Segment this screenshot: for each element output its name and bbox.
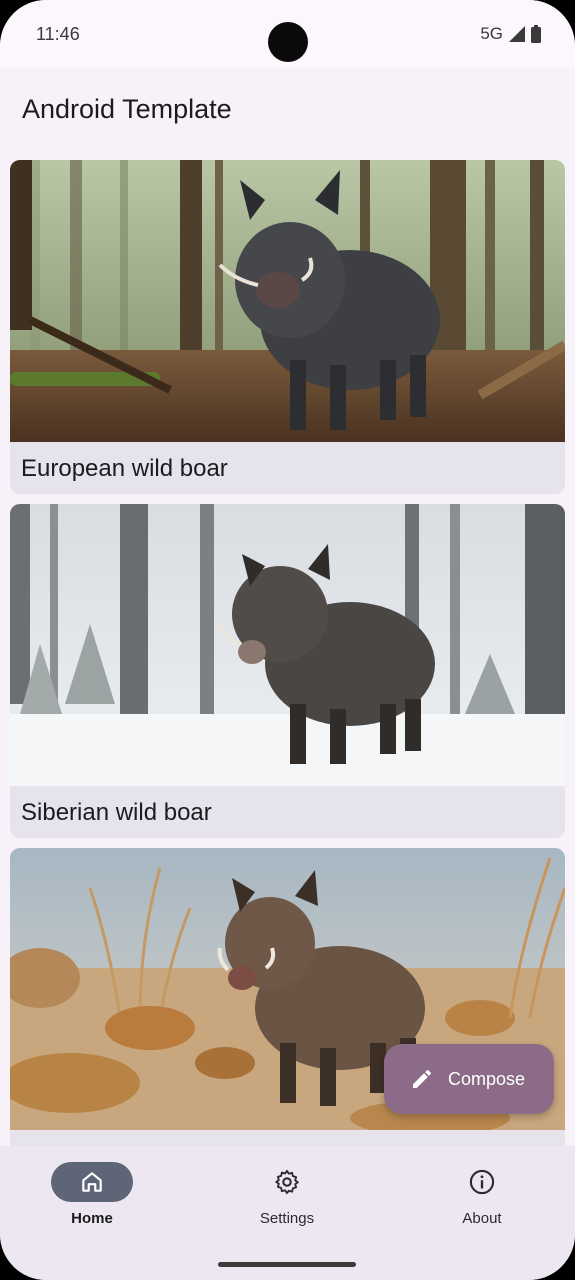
signal-icon [509,26,525,42]
nav-label-settings: Settings [259,1210,315,1227]
gesture-handle[interactable] [218,1262,356,1267]
bottom-navigation: Home Settings About [0,1146,575,1280]
status-icons: 5G [480,24,541,44]
status-bar: 11:46 5G [0,0,575,68]
nav-item-home[interactable]: Home [22,1162,162,1252]
page-title: Android Template [22,94,232,124]
nav-pill [246,1162,328,1202]
list-item[interactable]: Siberian wild boar [10,504,565,838]
top-app-bar: Android Template [0,68,575,152]
nav-item-about[interactable]: About [412,1162,552,1252]
pencil-icon [413,1069,432,1088]
list-item[interactable]: European wild boar [10,160,565,494]
compose-button[interactable]: Compose [384,1044,554,1114]
nav-item-settings[interactable]: Settings [217,1162,357,1252]
camera-cutout [268,22,308,62]
nav-pill [441,1162,523,1202]
status-time: 11:46 [36,24,80,44]
compose-label: Compose [448,1068,526,1089]
list-item-title: European wild boar [21,455,228,482]
nav-indicator [51,1162,133,1202]
nav-label-home: Home [71,1210,113,1227]
boar-snow-image [10,504,565,786]
info-icon [469,1169,495,1195]
battery-icon [531,25,541,43]
boar-forest-image [10,160,565,442]
nav-label-about: About [462,1210,502,1227]
home-icon [82,1172,102,1192]
phone-screen: 11:46 5G Android Template European wild … [0,0,575,1280]
boar-list[interactable]: European wild boar Siberian wild boar [10,160,565,1146]
network-label: 5G [480,24,503,43]
list-item-title: Siberian wild boar [21,799,212,826]
gear-icon [275,1169,299,1195]
